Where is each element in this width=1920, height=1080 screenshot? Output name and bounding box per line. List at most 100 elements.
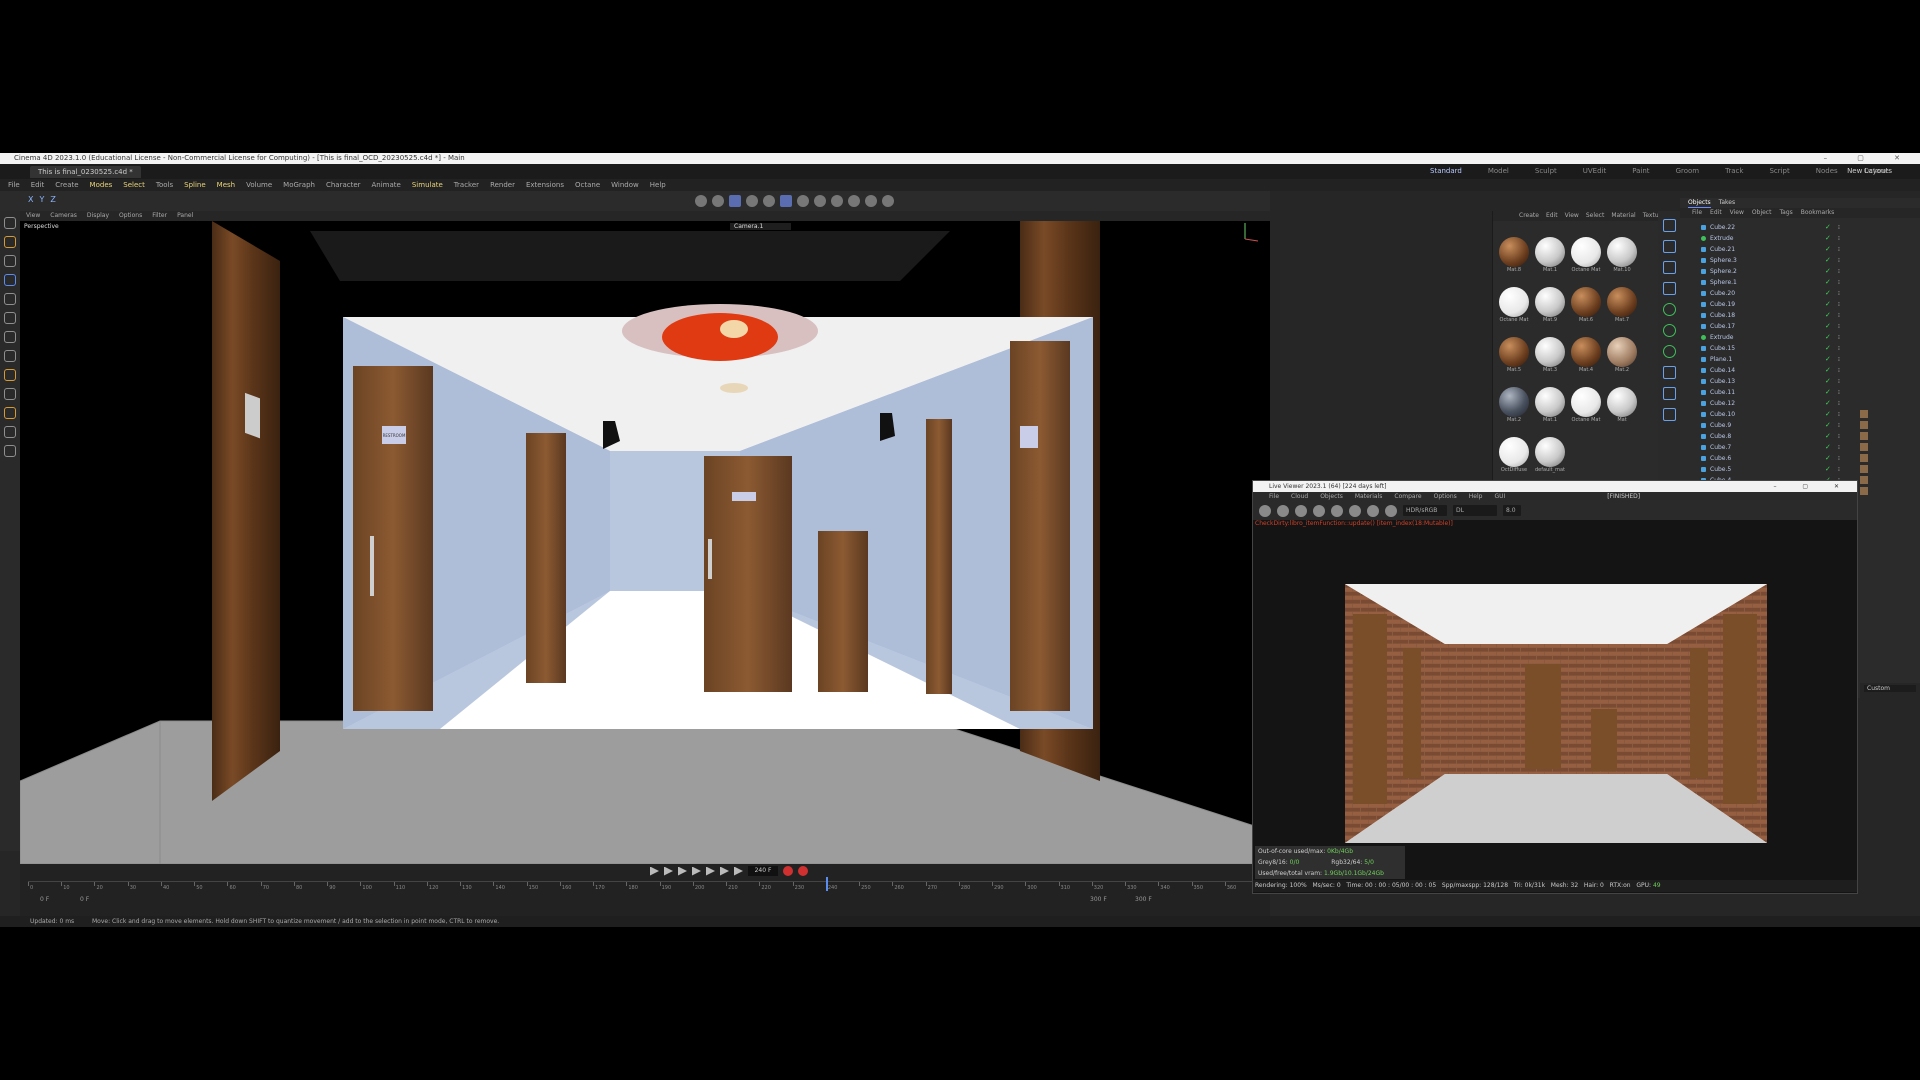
visibility-check-icon[interactable]: ✓ (1825, 222, 1831, 233)
material-swatch[interactable]: Mat.3 (1533, 337, 1567, 379)
object-row[interactable]: Cube.21 ✓ ⁝ (1680, 244, 1920, 255)
live-viewer-menu-gui[interactable]: GUI (1494, 492, 1505, 502)
render-dots-icon[interactable]: ⁝ (1838, 409, 1840, 420)
render-dots-icon[interactable]: ⁝ (1838, 420, 1840, 431)
material-tag-icon[interactable] (1860, 432, 1868, 440)
cube-icon[interactable] (1662, 219, 1676, 232)
pick-focus-icon[interactable] (1349, 505, 1361, 517)
render-dots-icon[interactable]: ⁝ (1838, 332, 1840, 343)
material-swatch[interactable]: Octane Mat (1569, 387, 1603, 429)
rotate-tool-icon[interactable] (4, 293, 16, 305)
visibility-check-icon[interactable]: ✓ (1825, 255, 1831, 266)
menu-animate[interactable]: Animate (372, 179, 401, 191)
render-dots-icon[interactable]: ⁝ (1838, 398, 1840, 409)
material-swatch[interactable]: Mat.4 (1569, 337, 1603, 379)
polygon-pen-icon[interactable] (4, 407, 16, 419)
object-row[interactable]: Extrude ✓ ⁝ (1680, 233, 1920, 244)
object-menu-file[interactable]: File (1692, 208, 1702, 218)
mograph-icon[interactable] (1662, 345, 1676, 358)
new-layouts-button[interactable]: New Layouts (1847, 164, 1892, 179)
material-tag-icon[interactable] (1860, 454, 1868, 462)
render-dots-icon[interactable]: ⁝ (1838, 365, 1840, 376)
menu-tracker[interactable]: Tracker (454, 179, 479, 191)
object-row[interactable]: Extrude ✓ ⁝ (1680, 332, 1920, 343)
extrude-icon[interactable] (4, 388, 16, 400)
layout-tab-nodes[interactable]: Nodes (1816, 164, 1838, 180)
model-mode-icon[interactable] (746, 195, 758, 207)
object-menu-view[interactable]: View (1730, 208, 1744, 218)
material-swatch[interactable]: Mat.9 (1533, 287, 1567, 329)
menu-simulate[interactable]: Simulate (412, 179, 443, 191)
visibility-check-icon[interactable]: ✓ (1825, 354, 1831, 365)
live-viewer-window-controls[interactable]: – ▢ ✕ (1773, 481, 1851, 492)
visibility-check-icon[interactable]: ✓ (1825, 299, 1831, 310)
render-region-icon[interactable] (1313, 505, 1325, 517)
material-swatch[interactable]: Mat.2 (1497, 387, 1531, 429)
menu-character[interactable]: Character (326, 179, 361, 191)
render-dots-icon[interactable]: ⁝ (1838, 288, 1840, 299)
menu-select[interactable]: Select (123, 179, 145, 191)
axis-lock-buttons[interactable]: X Y Z (28, 195, 56, 204)
material-tag-icon[interactable] (1860, 465, 1868, 473)
field-icon[interactable] (1662, 324, 1676, 337)
pen-icon[interactable] (865, 195, 877, 207)
live-select-icon[interactable] (729, 195, 741, 207)
render-dots-icon[interactable]: ⁝ (1838, 354, 1840, 365)
render-view-icon[interactable] (814, 195, 826, 207)
material-swatch[interactable]: Mat.8 (1497, 237, 1531, 279)
visibility-check-icon[interactable]: ✓ (1825, 376, 1831, 387)
spline-icon[interactable] (1662, 240, 1676, 253)
visibility-check-icon[interactable]: ✓ (1825, 233, 1831, 244)
live-viewer-menu-materials[interactable]: Materials (1355, 492, 1383, 502)
search-icon[interactable] (4, 217, 16, 229)
object-row[interactable]: Cube.14 ✓ ⁝ (1680, 365, 1920, 376)
object-row[interactable]: Cube.20 ✓ ⁝ (1680, 288, 1920, 299)
menu-file[interactable]: File (8, 179, 20, 191)
material-tag-icon[interactable] (1860, 443, 1868, 451)
material-swatch[interactable]: Mat.2 (1605, 337, 1639, 379)
material-swatch[interactable]: Mat.7 (1605, 287, 1639, 329)
range-start-field[interactable]: 0 F (40, 896, 49, 903)
visibility-check-icon[interactable]: ✓ (1825, 288, 1831, 299)
visibility-check-icon[interactable]: ✓ (1825, 387, 1831, 398)
menu-octane[interactable]: Octane (575, 179, 600, 191)
render-region-icon[interactable] (797, 195, 809, 207)
render-dots-icon[interactable]: ⁝ (1838, 343, 1840, 354)
camera-icon[interactable] (1662, 387, 1676, 400)
go-start-icon[interactable] (650, 866, 659, 876)
material-swatch[interactable]: Octane Mat (1569, 237, 1603, 279)
go-end-icon[interactable] (734, 866, 743, 876)
scene-icon[interactable] (1662, 408, 1676, 421)
object-menu-tags[interactable]: Tags (1779, 208, 1792, 218)
render-dots-icon[interactable]: ⁝ (1838, 255, 1840, 266)
material-menu-create[interactable]: Create (1519, 211, 1539, 221)
material-tag-icon[interactable] (1860, 421, 1868, 429)
object-row[interactable]: Cube.11 ✓ ⁝ (1680, 387, 1920, 398)
next-key-icon[interactable] (720, 866, 729, 876)
material-tag-icon[interactable] (1860, 476, 1868, 484)
render-dots-icon[interactable]: ⁝ (1838, 277, 1840, 288)
magnet-icon[interactable] (4, 426, 16, 438)
restart-render-icon[interactable] (1277, 505, 1289, 517)
object-menu-edit[interactable]: Edit (1710, 208, 1722, 218)
knife-icon[interactable] (4, 369, 16, 381)
object-menu-bookmarks[interactable]: Bookmarks (1801, 208, 1835, 218)
render-dots-icon[interactable]: ⁝ (1838, 376, 1840, 387)
light-icon[interactable] (1662, 366, 1676, 379)
render-dots-icon[interactable]: ⁝ (1838, 321, 1840, 332)
render-dots-icon[interactable]: ⁝ (1838, 244, 1840, 255)
layout-tab-groom[interactable]: Groom (1676, 164, 1700, 180)
object-row[interactable]: Cube.8 ✓ ⁝ (1680, 431, 1920, 442)
sphere-icon[interactable] (1367, 505, 1379, 517)
brush-icon[interactable] (4, 350, 16, 362)
menu-render[interactable]: Render (490, 179, 515, 191)
color-space-dropdown[interactable]: HDR/sRGB (1403, 505, 1447, 516)
menu-extensions[interactable]: Extensions (526, 179, 564, 191)
visibility-check-icon[interactable]: ✓ (1825, 277, 1831, 288)
object-row[interactable]: Sphere.3 ✓ ⁝ (1680, 255, 1920, 266)
live-selection-icon[interactable] (4, 236, 16, 248)
material-swatch[interactable]: OctDiffuse (1497, 437, 1531, 479)
object-row[interactable]: Cube.5 ✓ ⁝ (1680, 464, 1920, 475)
object-row[interactable]: Cube.12 ✓ ⁝ (1680, 398, 1920, 409)
material-swatch[interactable]: Mat.10 (1605, 237, 1639, 279)
